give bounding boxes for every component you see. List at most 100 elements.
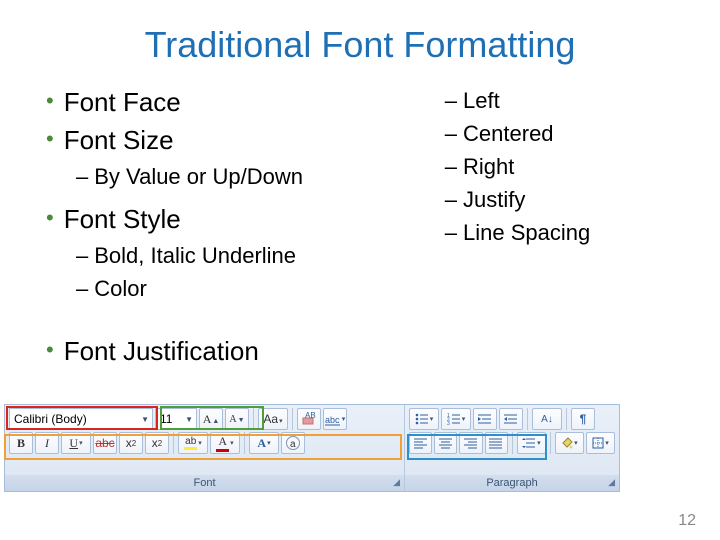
- subbullet-text: Centered: [463, 119, 554, 149]
- justify-icon: [489, 437, 503, 449]
- subbullet-line-spacing: – Line Spacing: [445, 218, 690, 248]
- bullet-dot-icon: •: [46, 86, 54, 116]
- strikethrough-button[interactable]: abc: [93, 432, 117, 454]
- outdent-icon: [478, 413, 492, 425]
- subbullet-size: – By Value or Up/Down: [76, 162, 399, 192]
- character-spacing-button[interactable]: abc▾: [323, 408, 347, 430]
- dash-icon: –: [445, 152, 457, 182]
- borders-button[interactable]: ▾: [586, 432, 615, 454]
- line-spacing-icon: [522, 437, 536, 449]
- align-center-button[interactable]: [434, 432, 457, 454]
- bullet-dot-icon: •: [46, 124, 54, 154]
- subbullet-text: Bold, Italic Underline: [94, 241, 296, 271]
- bullet-dot-icon: •: [46, 203, 54, 233]
- chevron-down-icon: ▼: [185, 415, 193, 424]
- circle-a-icon: a: [285, 435, 301, 451]
- align-left-button[interactable]: [409, 432, 432, 454]
- font-size-combo[interactable]: 11 ▼: [155, 408, 197, 430]
- subbullet-style-1: – Bold, Italic Underline: [76, 241, 399, 271]
- subbullet-text: Right: [463, 152, 514, 182]
- align-left-icon: [414, 437, 428, 449]
- subbullet-style-2: – Color: [76, 274, 399, 304]
- ribbon-image: Calibri (Body) ▼ 11 ▼ A▲ A▼ Aa▾ AB: [0, 404, 720, 492]
- shrink-font-button[interactable]: A▼: [225, 408, 249, 430]
- bullet-dot-icon: •: [46, 335, 54, 365]
- subbullet-text: Justify: [463, 185, 525, 215]
- dash-icon: –: [445, 119, 457, 149]
- change-case-button[interactable]: Aa▾: [258, 408, 288, 430]
- column-right: – Left – Centered – Right – Justify – Li…: [399, 86, 690, 373]
- show-marks-button[interactable]: ¶: [571, 408, 595, 430]
- align-center-icon: [439, 437, 453, 449]
- bullet-font-size: • Font Size: [40, 124, 399, 156]
- bullet-text: Font Style: [64, 203, 181, 235]
- bullet-font-face: • Font Face: [40, 86, 399, 118]
- bullet-font-style: • Font Style: [40, 203, 399, 235]
- page-number: 12: [678, 512, 696, 530]
- subbullet-text: Color: [94, 274, 147, 304]
- dash-icon: –: [76, 241, 88, 271]
- ribbon-group-paragraph: ▾ 123▾ A↓ ¶: [405, 405, 619, 491]
- svg-text:3: 3: [447, 421, 450, 425]
- font-size-value: 11: [160, 412, 172, 426]
- sort-button[interactable]: A↓: [532, 408, 562, 430]
- dash-icon: –: [445, 86, 457, 116]
- group-label-paragraph: Paragraph ◢: [405, 475, 619, 491]
- spacing-icon: abc: [325, 412, 341, 426]
- numbering-icon: 123: [447, 413, 461, 425]
- font-name-value: Calibri (Body): [14, 412, 87, 426]
- indent-icon: [504, 413, 518, 425]
- subbullet-centered: – Centered: [445, 119, 690, 149]
- align-right-button[interactable]: [459, 432, 482, 454]
- chevron-down-icon: ▼: [141, 415, 149, 424]
- underline-button[interactable]: U▾: [61, 432, 91, 454]
- numbering-button[interactable]: 123▾: [441, 408, 471, 430]
- dialog-launcher-icon[interactable]: ◢: [608, 477, 615, 488]
- align-right-icon: [464, 437, 478, 449]
- border-icon: [592, 437, 604, 449]
- font-color-button[interactable]: A▾: [210, 432, 240, 454]
- subbullet-left: – Left: [445, 86, 690, 116]
- svg-text:abc: abc: [325, 415, 340, 425]
- justify-button[interactable]: [485, 432, 508, 454]
- slide-title: Traditional Font Formatting: [0, 0, 720, 86]
- decrease-indent-button[interactable]: [473, 408, 497, 430]
- content-columns: • Font Face • Font Size – By Value or Up…: [0, 86, 720, 373]
- shading-button[interactable]: ▾: [555, 432, 584, 454]
- font-name-combo[interactable]: Calibri (Body) ▼: [9, 408, 153, 430]
- dialog-launcher-icon[interactable]: ◢: [393, 477, 400, 488]
- bullets-button[interactable]: ▾: [409, 408, 439, 430]
- dash-icon: –: [76, 274, 88, 304]
- subscript-button[interactable]: x2: [119, 432, 143, 454]
- character-border-button[interactable]: a: [281, 432, 305, 454]
- subbullet-justify: – Justify: [445, 185, 690, 215]
- column-left: • Font Face • Font Size – By Value or Up…: [40, 86, 399, 373]
- bullet-text: Font Size: [64, 124, 174, 156]
- line-spacing-button[interactable]: ▾: [517, 432, 546, 454]
- grow-font-button[interactable]: A▲: [199, 408, 223, 430]
- subbullet-right: – Right: [445, 152, 690, 182]
- dash-icon: –: [445, 218, 457, 248]
- svg-text:AB: AB: [305, 412, 316, 420]
- dash-icon: –: [76, 162, 88, 192]
- highlight-color-button[interactable]: ab▾: [178, 432, 208, 454]
- bullet-text: Font Face: [64, 86, 181, 118]
- superscript-button[interactable]: x2: [145, 432, 169, 454]
- svg-text:a: a: [290, 439, 296, 450]
- bullet-text: Font Justification: [64, 335, 259, 367]
- eraser-icon: AB: [301, 412, 317, 426]
- text-effects-button[interactable]: A▾: [249, 432, 279, 454]
- bullet-font-justification: • Font Justification: [40, 335, 399, 367]
- ribbon-group-font: Calibri (Body) ▼ 11 ▼ A▲ A▼ Aa▾ AB: [5, 405, 405, 491]
- subbullet-text: By Value or Up/Down: [94, 162, 303, 192]
- paint-bucket-icon: [561, 437, 573, 449]
- subbullet-text: Line Spacing: [463, 218, 590, 248]
- bold-button[interactable]: B: [9, 432, 33, 454]
- subbullet-text: Left: [463, 86, 500, 116]
- dash-icon: –: [445, 185, 457, 215]
- group-label-font: Font ◢: [5, 475, 404, 491]
- clear-formatting-button[interactable]: AB: [297, 408, 321, 430]
- bullets-icon: [415, 413, 429, 425]
- italic-button[interactable]: I: [35, 432, 59, 454]
- increase-indent-button[interactable]: [499, 408, 523, 430]
